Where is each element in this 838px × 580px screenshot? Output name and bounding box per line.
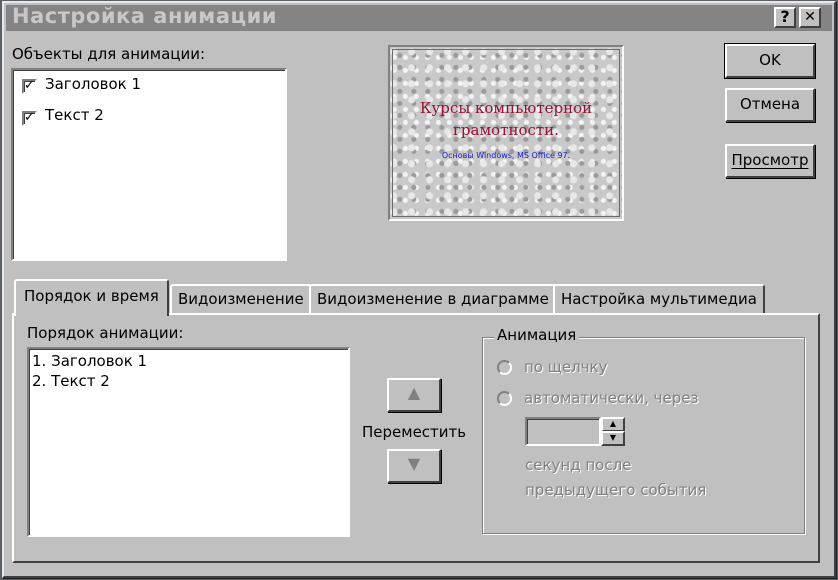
tab-multimedia-settings[interactable]: Настройка мультимедиа xyxy=(553,284,765,314)
radio-automatic[interactable] xyxy=(497,391,512,406)
slide-subtitle: Основы Windows, MS Office 97. xyxy=(441,151,571,160)
spin-up-icon: ▲ xyxy=(609,419,617,428)
order-item[interactable]: 1. Заголовок 1 xyxy=(32,352,147,370)
seconds-spinner[interactable]: ▲ ▼ xyxy=(601,417,625,446)
move-down-button[interactable]: ▼ xyxy=(387,449,441,483)
tab-chart-effects[interactable]: Видоизменение в диаграмме xyxy=(309,284,557,314)
cancel-button[interactable]: Отмена xyxy=(725,88,815,122)
preview-button[interactable]: Просмотр xyxy=(725,144,815,178)
help-button[interactable]: ? xyxy=(774,7,796,28)
tab-effects[interactable]: Видоизменение xyxy=(170,284,312,314)
animation-order-label: Порядок анимации: xyxy=(27,324,184,342)
close-button[interactable]: ✕ xyxy=(799,7,821,28)
slide-preview: Курсы компьютерной грамотности. Основы W… xyxy=(388,45,624,221)
slide-title-line-1: Курсы компьютерной xyxy=(419,99,593,117)
radio-on-click[interactable] xyxy=(497,360,512,375)
close-icon: ✕ xyxy=(804,9,816,25)
object-checkbox-title[interactable]: ✓ xyxy=(22,79,37,94)
slide-title-line-2: грамотности. xyxy=(453,121,559,139)
move-up-button[interactable]: ▲ xyxy=(387,378,441,412)
object-label-title: Заголовок 1 xyxy=(45,75,142,93)
radio-automatic-label: автоматически, через xyxy=(524,389,699,407)
animation-group-legend: Анимация xyxy=(494,326,580,344)
object-checkbox-text[interactable]: ✓ xyxy=(22,111,37,126)
objects-list[interactable] xyxy=(11,68,287,261)
slide-title: Курсы компьютерной грамотности. xyxy=(390,97,622,141)
spin-down-button[interactable]: ▼ xyxy=(601,431,625,446)
object-label-text: Текст 2 xyxy=(45,106,104,124)
move-label: Переместить xyxy=(362,423,467,441)
tab-order-timing[interactable]: Порядок и время xyxy=(14,279,169,316)
help-icon: ? xyxy=(780,7,790,26)
radio-on-click-label: по щелчку xyxy=(524,358,608,376)
order-item[interactable]: 2. Текст 2 xyxy=(32,372,110,390)
objects-label: Объекты для анимации: xyxy=(12,45,206,63)
spin-up-button[interactable]: ▲ xyxy=(601,417,625,432)
title-bar[interactable]: Настройка анимации ? ✕ xyxy=(6,4,832,31)
window-title: Настройка анимации xyxy=(12,4,277,28)
spin-down-icon: ▼ xyxy=(609,433,617,442)
seconds-after-label: секунд после xyxy=(525,456,632,474)
previous-event-label: предыдущего события xyxy=(525,481,707,499)
checkmark-icon: ✓ xyxy=(24,110,35,125)
checkmark-icon: ✓ xyxy=(24,78,35,93)
arrow-up-icon: ▲ xyxy=(407,383,421,402)
ok-button[interactable]: OK xyxy=(724,43,816,79)
arrow-down-icon: ▼ xyxy=(407,454,421,473)
seconds-input[interactable] xyxy=(525,417,601,446)
